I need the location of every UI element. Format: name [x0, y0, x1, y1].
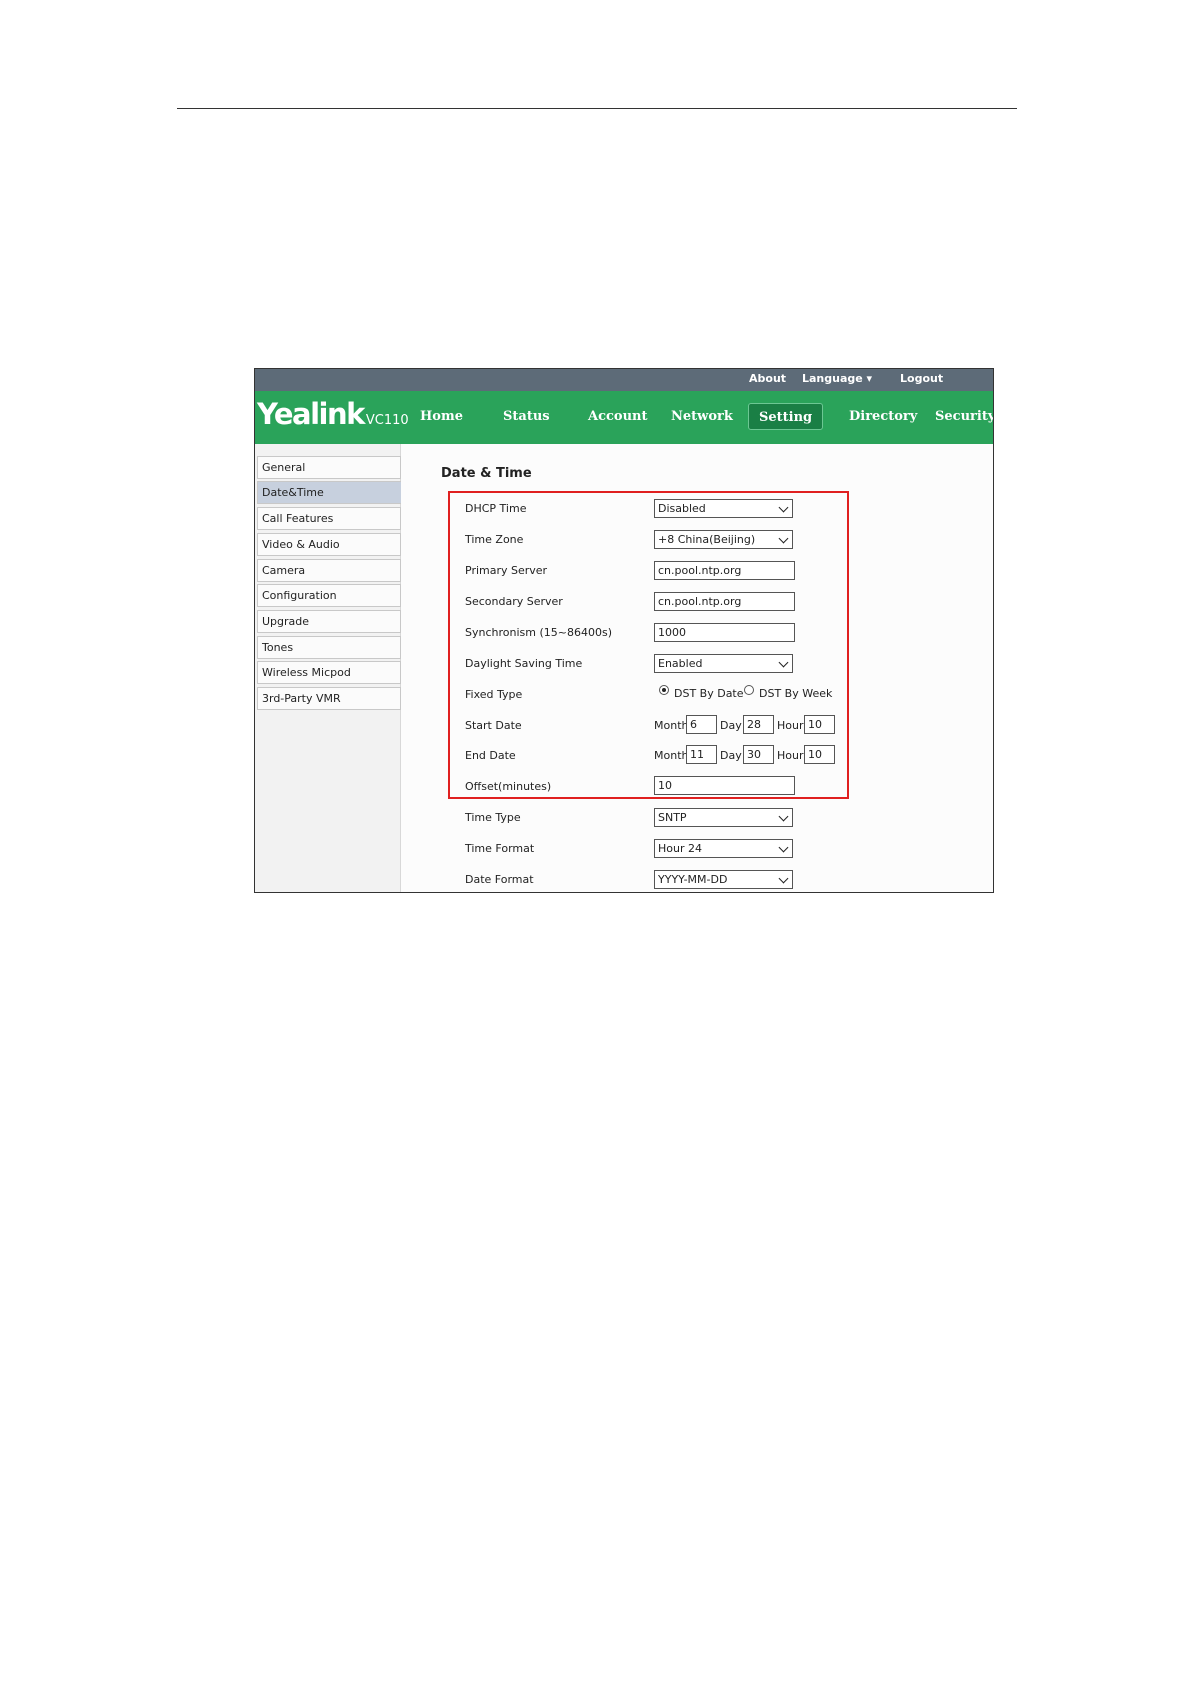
page-title: Date & Time	[441, 466, 532, 481]
end-hour-label: Hour	[777, 749, 804, 762]
sidebar-item-wireless-micpod[interactable]: Wireless Micpod	[257, 661, 401, 684]
synchronism-label: Synchronism (15~86400s)	[465, 626, 612, 639]
web-ui-screenshot: About Language ▾ Logout Yealink VC110 Hom…	[254, 368, 994, 893]
time-format-select[interactable]: Hour 24	[654, 839, 793, 858]
synchronism-input[interactable]: 1000	[654, 623, 795, 642]
top-bar: About Language ▾ Logout	[255, 369, 993, 391]
sidebar-item-3rd-party-vmr[interactable]: 3rd-Party VMR	[257, 687, 401, 710]
start-hour-input[interactable]: 10	[804, 715, 835, 734]
model-name: VC110	[365, 413, 409, 428]
end-day-label: Day	[720, 749, 742, 762]
primary-server-label: Primary Server	[465, 564, 548, 577]
time-format-label: Time Format	[465, 842, 535, 855]
end-month-input[interactable]: 11	[686, 745, 717, 764]
dst-by-date-label: DST By Date	[674, 687, 744, 700]
sidebar-item-configuration[interactable]: Configuration	[257, 584, 401, 607]
start-date-label: Start Date	[465, 719, 522, 732]
sidebar-item-date-time[interactable]: Date&Time	[257, 481, 411, 504]
dst-label: Daylight Saving Time	[465, 657, 583, 670]
time-zone-label: Time Zone	[465, 533, 524, 546]
date-format-select[interactable]: YYYY-MM-DD	[654, 870, 793, 889]
sidebar-item-call-features[interactable]: Call Features	[257, 507, 401, 530]
end-date-label: End Date	[465, 749, 516, 762]
sidebar-item-video-audio[interactable]: Video & Audio	[257, 533, 401, 556]
sidebar-item-camera[interactable]: Camera	[257, 559, 401, 582]
about-link[interactable]: About	[749, 372, 786, 385]
sidebar-item-tones[interactable]: Tones	[257, 636, 401, 659]
time-zone-select[interactable]: +8 China(Beijing)	[654, 530, 793, 549]
dst-select[interactable]: Enabled	[654, 654, 793, 673]
tab-security[interactable]: Security	[925, 403, 993, 430]
yealink-logo: Yealink VC110	[257, 397, 409, 431]
dst-by-date-radio[interactable]	[659, 685, 669, 695]
secondary-server-label: Secondary Server	[465, 595, 563, 608]
end-day-input[interactable]: 30	[743, 745, 774, 764]
primary-server-input[interactable]: cn.pool.ntp.org	[654, 561, 795, 580]
time-type-label: Time Type	[465, 811, 521, 824]
tab-setting[interactable]: Setting	[748, 403, 824, 430]
offset-input[interactable]: 10	[654, 776, 795, 795]
start-month-label: Month	[654, 719, 689, 732]
time-type-select[interactable]: SNTP	[654, 808, 793, 827]
dst-by-week-label: DST By Week	[759, 687, 833, 700]
dst-by-week-radio[interactable]	[744, 685, 754, 695]
tab-network[interactable]: Network	[661, 403, 743, 430]
dhcp-time-label: DHCP Time	[465, 502, 527, 515]
start-day-input[interactable]: 28	[743, 715, 774, 734]
offset-label: Offset(minutes)	[465, 780, 552, 793]
date-format-label: Date Format	[465, 873, 534, 886]
page-header-rule	[177, 108, 1017, 109]
fixed-type-label: Fixed Type	[465, 688, 523, 701]
dhcp-time-select[interactable]: Disabled	[654, 499, 793, 518]
main-content: Date & Time DHCP Time Disabled Time Zone…	[401, 444, 993, 892]
tab-directory[interactable]: Directory	[839, 403, 927, 430]
tab-status[interactable]: Status	[493, 403, 560, 430]
tab-home[interactable]: Home	[410, 403, 473, 430]
start-day-label: Day	[720, 719, 742, 732]
language-menu[interactable]: Language ▾	[802, 372, 872, 385]
logout-link[interactable]: Logout	[900, 372, 943, 385]
start-month-input[interactable]: 6	[686, 715, 717, 734]
secondary-server-input[interactable]: cn.pool.ntp.org	[654, 592, 795, 611]
sidebar: General Date&Time Call Features Video & …	[255, 444, 411, 892]
main-nav: Yealink VC110 Home Status Account Network…	[255, 391, 993, 444]
start-hour-label: Hour	[777, 719, 804, 732]
end-month-label: Month	[654, 749, 689, 762]
end-hour-input[interactable]: 10	[804, 745, 835, 764]
tab-account[interactable]: Account	[578, 403, 658, 430]
sidebar-item-general[interactable]: General	[257, 456, 401, 479]
sidebar-item-upgrade[interactable]: Upgrade	[257, 610, 401, 633]
